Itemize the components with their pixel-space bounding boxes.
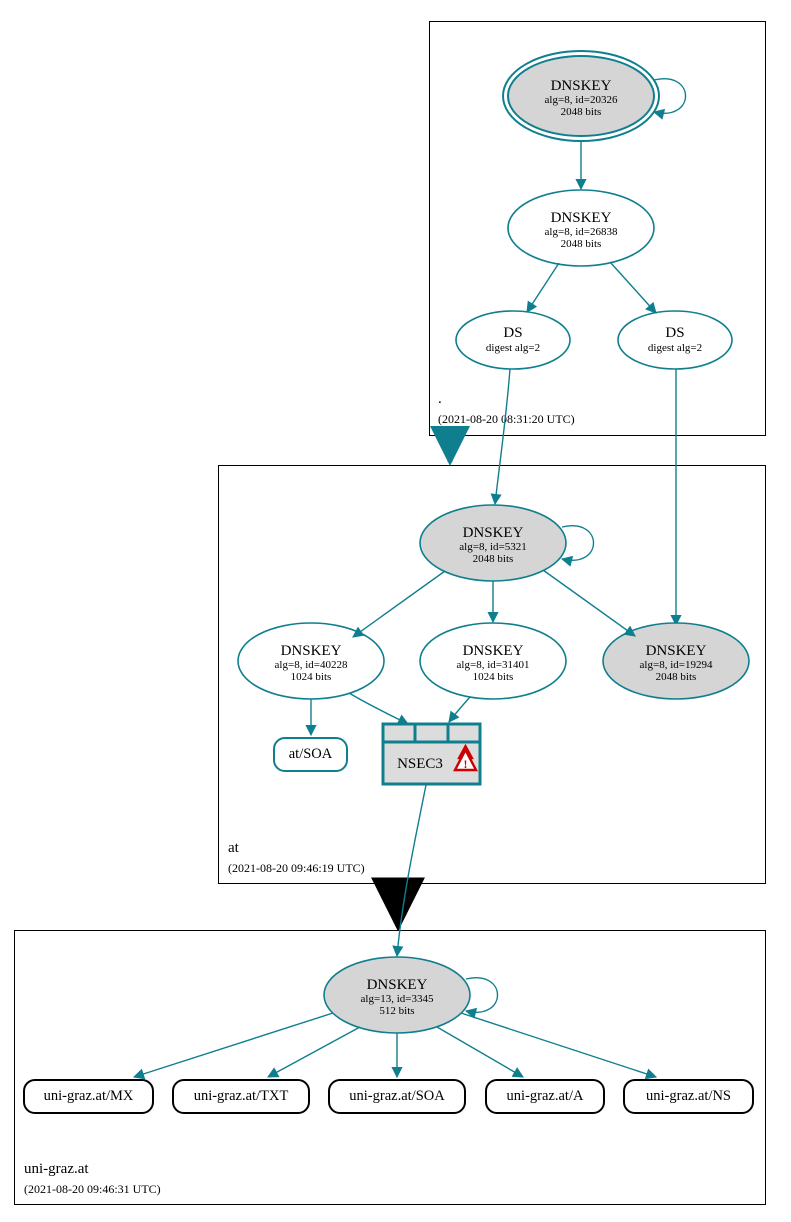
svg-text:alg=8, id=26838: alg=8, id=26838 (545, 226, 618, 238)
edge-at-zsk2-to-nsec3 (449, 697, 470, 722)
svg-text:DS: DS (503, 325, 522, 341)
edge-root-zsk-to-ds1 (527, 263, 559, 312)
edge-at-ksk-to-zsk1 (353, 571, 445, 637)
svg-text:!: ! (464, 757, 468, 771)
node-at-zsk1: DNSKEY alg=8, id=40228 1024 bits (238, 623, 384, 699)
node-root-ds2: DS digest alg=2 (618, 311, 732, 369)
edge-root-zsk-to-ds2 (610, 262, 656, 313)
svg-text:DNSKEY: DNSKEY (367, 977, 428, 993)
svg-text:alg=8, id=40228: alg=8, id=40228 (275, 659, 348, 671)
svg-text:DNSKEY: DNSKEY (463, 525, 524, 541)
svg-text:digest alg=2: digest alg=2 (486, 342, 540, 354)
svg-text:2048 bits: 2048 bits (561, 106, 602, 118)
node-nsec3: NSEC3 ! (383, 724, 480, 784)
svg-text:alg=13, id=3345: alg=13, id=3345 (361, 993, 434, 1005)
svg-text:DNSKEY: DNSKEY (463, 643, 524, 659)
edge-ds1-to-at-ksk (495, 369, 510, 504)
svg-text:alg=8, id=20326: alg=8, id=20326 (545, 94, 618, 106)
svg-text:DNSKEY: DNSKEY (281, 643, 342, 659)
node-at-key3: DNSKEY alg=8, id=19294 2048 bits (603, 623, 749, 699)
edge-at-ksk-to-key3 (543, 570, 635, 636)
svg-text:2048 bits: 2048 bits (561, 238, 602, 250)
svg-text:alg=8, id=5321: alg=8, id=5321 (459, 541, 526, 553)
svg-text:DNSKEY: DNSKEY (646, 643, 707, 659)
edge-leaf-to-a (437, 1027, 523, 1077)
svg-text:DS: DS (665, 325, 684, 341)
svg-text:alg=8, id=31401: alg=8, id=31401 (457, 659, 530, 671)
edge-leaf-to-ns (461, 1013, 656, 1077)
svg-text:DNSKEY: DNSKEY (551, 210, 612, 226)
node-at-zsk2: DNSKEY alg=8, id=31401 1024 bits (420, 623, 566, 699)
node-root-ds1: DS digest alg=2 (456, 311, 570, 369)
svg-text:2048 bits: 2048 bits (473, 553, 514, 565)
node-root-zsk: DNSKEY alg=8, id=26838 2048 bits (508, 190, 654, 266)
svg-text:NSEC3: NSEC3 (397, 756, 443, 772)
edge-nsec3-to-leaf-key (397, 785, 426, 956)
svg-text:alg=8, id=19294: alg=8, id=19294 (640, 659, 713, 671)
svg-text:digest alg=2: digest alg=2 (648, 342, 702, 354)
node-leaf-key: DNSKEY alg=13, id=3345 512 bits (324, 957, 470, 1033)
node-root-ksk: DNSKEY alg=8, id=20326 2048 bits (503, 51, 659, 141)
edge-leaf-to-mx (134, 1013, 333, 1077)
svg-text:2048 bits: 2048 bits (656, 671, 697, 683)
edge-at-zsk1-to-nsec3 (349, 693, 408, 724)
svg-text:1024 bits: 1024 bits (473, 671, 514, 683)
svg-text:DNSKEY: DNSKEY (551, 78, 612, 94)
edge-leaf-to-txt (268, 1027, 360, 1077)
node-at-ksk: DNSKEY alg=8, id=5321 2048 bits (420, 505, 566, 581)
svg-text:1024 bits: 1024 bits (291, 671, 332, 683)
svg-text:512 bits: 512 bits (379, 1005, 414, 1017)
